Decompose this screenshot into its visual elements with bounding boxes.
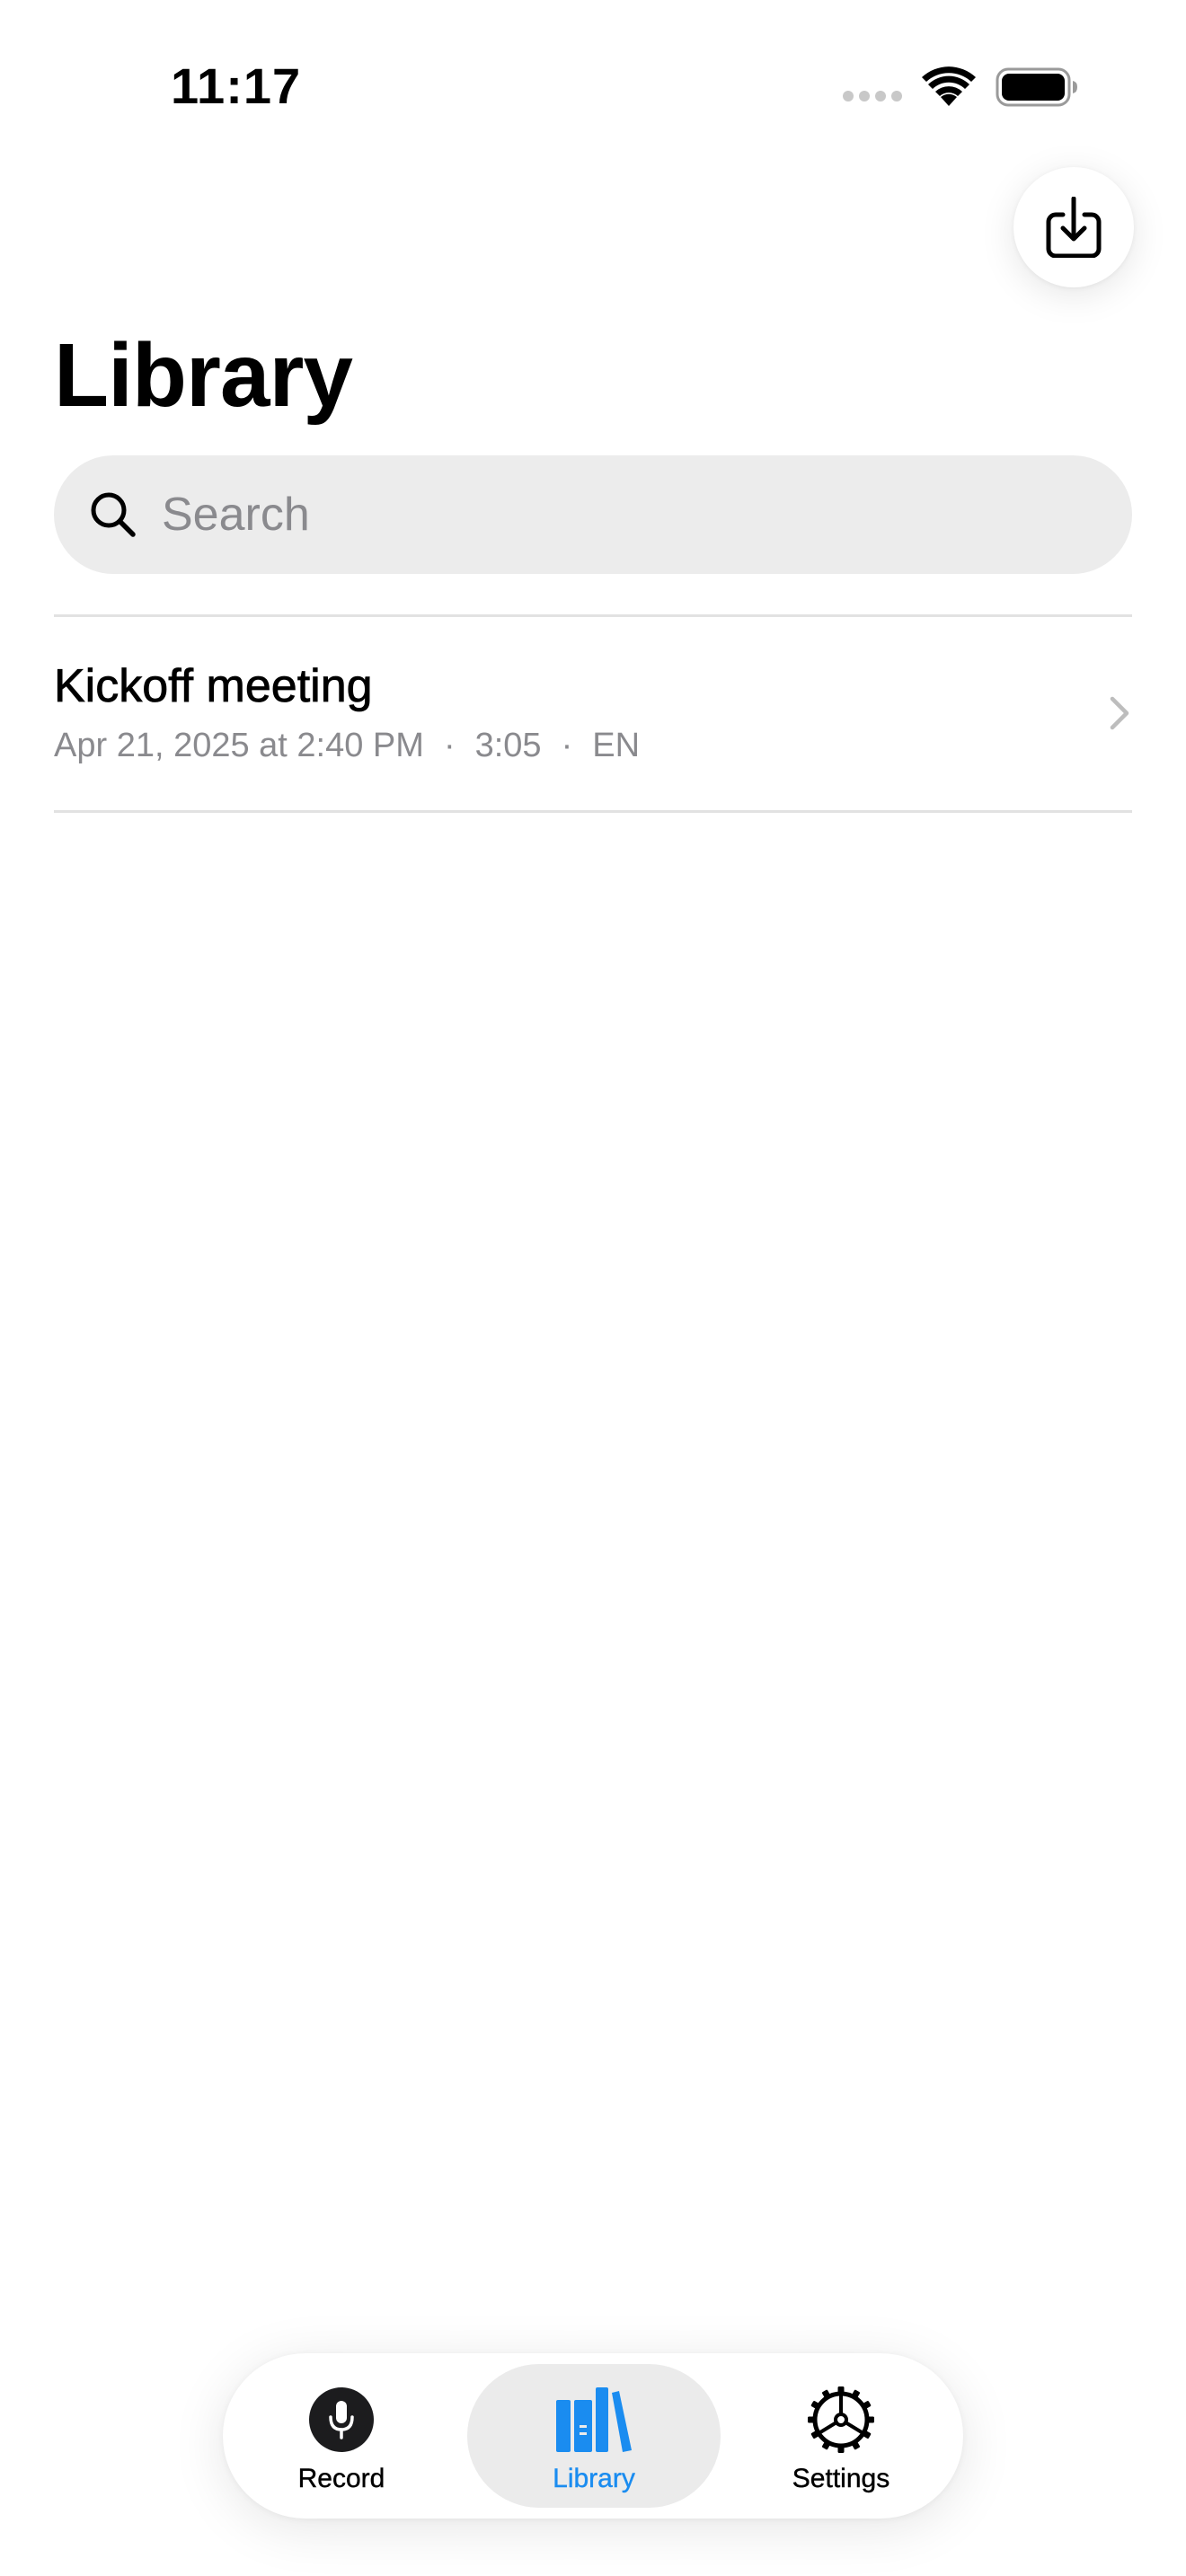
battery-icon <box>996 67 1077 107</box>
import-button[interactable] <box>1013 167 1134 287</box>
status-icons <box>843 65 1078 110</box>
search-bar[interactable] <box>54 455 1132 574</box>
tab-library-label: Library <box>553 2464 635 2493</box>
meta-separator: · <box>561 727 573 764</box>
search-input[interactable] <box>162 479 1060 551</box>
tab-settings-label: Settings <box>792 2464 890 2493</box>
gear-icon <box>808 2386 874 2453</box>
page-title: Library <box>54 325 353 426</box>
recording-language: EN <box>592 727 641 764</box>
tab-settings[interactable]: Settings <box>722 2364 960 2508</box>
cellular-signal-icon <box>843 91 902 101</box>
wifi-icon <box>922 66 976 106</box>
tab-record[interactable]: Record <box>223 2364 460 2508</box>
tray-arrow-down-icon <box>1046 197 1102 258</box>
tab-library[interactable]: Library <box>467 2364 721 2508</box>
recording-date: Apr 21, 2025 at 2:40 PM <box>54 727 424 764</box>
recording-title: Kickoff meeting <box>54 660 373 713</box>
search-icon <box>91 492 136 537</box>
microphone-icon <box>309 2387 374 2452</box>
tab-bar: Record Library Settings <box>223 2353 963 2519</box>
chevron-right-icon <box>1110 696 1129 730</box>
recording-meta: Apr 21, 2025 at 2:40 PM · 3:05 · EN <box>54 724 640 767</box>
tab-record-label: Record <box>297 2464 385 2493</box>
status-time: 11:17 <box>171 57 302 114</box>
meta-separator: · <box>443 727 456 764</box>
list-divider <box>54 810 1132 813</box>
recording-duration: 3:05 <box>474 727 542 764</box>
books-icon <box>556 2387 632 2452</box>
list-divider <box>54 614 1132 617</box>
recording-list-item[interactable]: Kickoff meeting Apr 21, 2025 at 2:40 PM ·… <box>54 618 1132 808</box>
